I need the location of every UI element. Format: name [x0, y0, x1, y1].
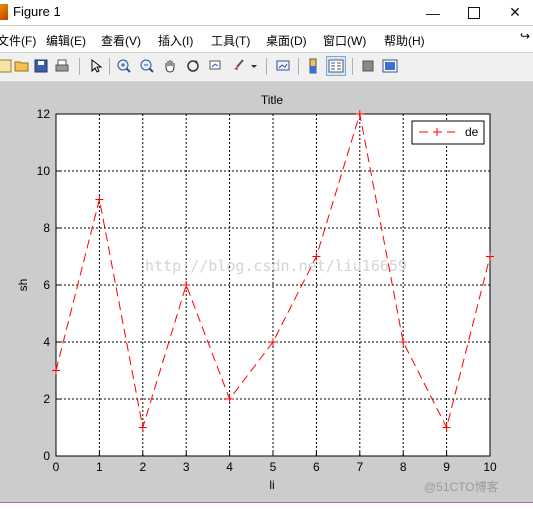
toolbar-separator [266, 58, 267, 75]
close-button[interactable]: ✕ [493, 0, 533, 25]
zoom-in-icon[interactable] [115, 57, 133, 75]
x-tick-label: 0 [53, 460, 60, 474]
x-tick-label: 9 [443, 460, 450, 474]
x-tick-label: 8 [400, 460, 407, 474]
menu-window[interactable]: 窗口(W) [323, 32, 366, 49]
x-tick-label: 10 [483, 460, 497, 474]
toolbar-separator [298, 58, 299, 75]
legend[interactable]: de [411, 120, 485, 145]
y-tick-label: 8 [43, 221, 50, 235]
print-icon[interactable] [53, 57, 71, 75]
y-tick-label: 10 [37, 164, 51, 178]
watermark-text: http://blog.csdn.net/liu16659 [145, 257, 407, 275]
zoom-out-icon[interactable] [138, 57, 156, 75]
x-tick-label: 2 [139, 460, 146, 474]
arrow-pointer-icon[interactable] [87, 57, 105, 75]
y-tick-label: 12 [37, 107, 51, 121]
chart-title: Title [261, 93, 284, 107]
y-tick-label: 0 [43, 449, 50, 463]
legend-label: de [465, 125, 479, 139]
brush-dropdown-icon[interactable] [249, 57, 259, 75]
pin-icon[interactable]: ↪ [520, 29, 530, 43]
toolbar-separator [79, 58, 80, 75]
toolbar [0, 53, 533, 82]
maximize-icon [468, 6, 480, 19]
y-tick-label: 6 [43, 278, 50, 292]
data-cursor-icon[interactable] [207, 57, 225, 75]
menu-desktop[interactable]: 桌面(D) [266, 32, 307, 49]
menu-help[interactable]: 帮助(H) [384, 32, 425, 49]
line-chart[interactable]: 0 1 2 3 4 5 6 7 8 9 10 024681012 http://blog.csdn.… [0, 82, 533, 502]
menu-view[interactable]: 查看(V) [101, 32, 141, 49]
menu-insert[interactable]: 插入(I) [158, 32, 193, 49]
x-tick-label: 3 [183, 460, 190, 474]
minimize-button[interactable]: — [411, 0, 455, 25]
x-tick-label: 1 [96, 460, 103, 474]
matlab-app-icon [0, 4, 8, 20]
y-axis-label: sh [16, 279, 30, 292]
open-file-icon[interactable] [13, 57, 31, 75]
y-tick-label: 2 [43, 392, 50, 406]
hide-plot-tools-icon[interactable] [359, 57, 377, 75]
x-tick-label: 6 [313, 460, 320, 474]
watermark-corner: @51CTO博客 [424, 480, 499, 494]
pan-hand-icon[interactable] [161, 57, 179, 75]
toolbar-separator [352, 58, 353, 75]
menu-file[interactable]: 文件(F) [0, 32, 36, 49]
x-tick-label: 5 [270, 460, 277, 474]
title-bar: Figure 1 — ✕ [0, 0, 533, 25]
show-plot-tools-icon[interactable] [381, 57, 399, 75]
figure-canvas: 0 1 2 3 4 5 6 7 8 9 10 0 2 4 6 8 10 12 http://blog.csdn.… [0, 82, 533, 502]
x-tick-label: 7 [356, 460, 363, 474]
menu-edit[interactable]: 编辑(E) [46, 32, 86, 49]
x-axis-label: li [269, 478, 274, 492]
link-plot-icon[interactable] [274, 57, 292, 75]
menu-bar: 文件(F) 编辑(E) 查看(V) 插入(I) 工具(T) 桌面(D) 窗口(W… [0, 26, 533, 52]
y-tick-label: 4 [43, 335, 50, 349]
brush-icon[interactable] [230, 57, 248, 75]
maximize-button[interactable] [452, 0, 496, 25]
minimize-icon: — [426, 4, 440, 21]
toolbar-separator [109, 58, 110, 75]
save-icon[interactable] [32, 57, 50, 75]
legend-icon[interactable] [326, 56, 346, 76]
new-figure-icon[interactable] [0, 57, 14, 75]
menu-tools[interactable]: 工具(T) [211, 32, 250, 49]
close-icon: ✕ [509, 4, 521, 20]
window-title: Figure 1 [13, 4, 61, 19]
rotate-3d-icon[interactable] [184, 57, 202, 75]
colorbar-icon[interactable] [304, 57, 322, 75]
x-tick-label: 4 [226, 460, 233, 474]
